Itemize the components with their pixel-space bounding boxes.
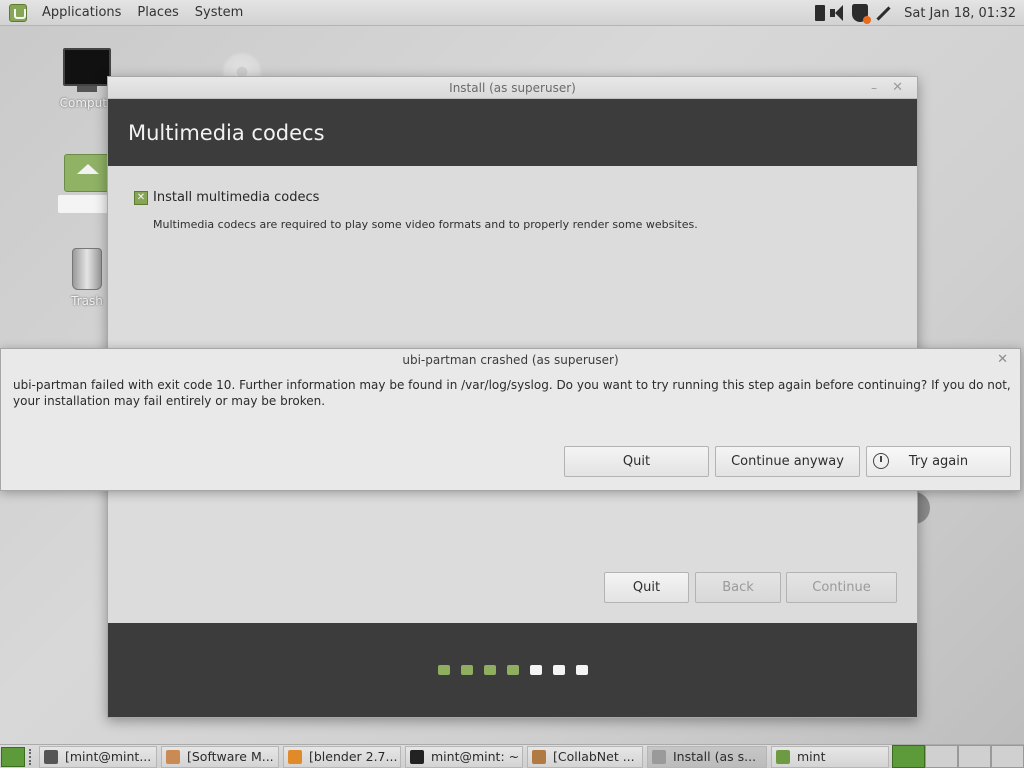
app-icon	[532, 749, 546, 764]
taskbar-button-label: [CollabNet ...	[553, 749, 635, 764]
codec-checkbox[interactable]: ✕	[134, 190, 148, 205]
clock-icon	[873, 453, 889, 469]
computer-stand	[77, 86, 97, 92]
taskbar-button[interactable]: [mint@mint...	[39, 745, 157, 768]
mint-menu-icon[interactable]	[9, 3, 27, 22]
menu-system[interactable]: System	[187, 0, 251, 26]
workspace-3[interactable]	[958, 745, 991, 768]
crash-dialog-titlebar[interactable]: ubi-partman crashed (as superuser) ✕	[1, 349, 1020, 371]
app-icon	[652, 749, 666, 764]
trash-icon	[72, 248, 102, 290]
system-tray: Sat Jan 18, 01:32	[815, 0, 1024, 26]
close-icon[interactable]: ✕	[997, 349, 1008, 371]
computer-icon	[63, 48, 111, 86]
taskbar-button-label: [blender 2.7...	[309, 749, 398, 764]
codec-checkbox-label[interactable]: Install multimedia codecs	[153, 190, 319, 205]
crash-dialog-title: ubi-partman crashed (as superuser)	[402, 353, 619, 367]
workspace-switcher	[892, 745, 1024, 768]
taskbar-button[interactable]: [blender 2.7...	[283, 745, 401, 768]
progress-step-dot	[575, 665, 588, 675]
progress-step-dot	[460, 665, 473, 675]
app-icon	[44, 749, 58, 764]
taskbar-button-label: [Software M...	[187, 749, 274, 764]
volume-icon[interactable]	[828, 3, 848, 23]
taskbar-button[interactable]: [CollabNet ...	[527, 745, 643, 768]
try-again-label: Try again	[908, 454, 969, 469]
taskbar-button[interactable]: mint@mint: ~	[405, 745, 523, 768]
clock[interactable]: Sat Jan 18, 01:32	[896, 6, 1024, 21]
installer-continue-button[interactable]: Continue	[786, 572, 897, 603]
page-title: Multimedia codecs	[128, 120, 325, 145]
network-icon[interactable]	[872, 3, 892, 23]
taskbar-button[interactable]: Install (as s...	[647, 745, 767, 768]
menu-applications[interactable]: Applications	[34, 0, 129, 26]
installer-titlebar[interactable]: Install (as superuser) – ✕	[108, 77, 917, 99]
installer-header: Multimedia codecs	[108, 99, 917, 166]
taskbar-button-label: Install (as s...	[673, 749, 757, 764]
taskbar-button[interactable]: mint	[771, 745, 889, 768]
progress-step-dot	[437, 665, 450, 675]
app-icon	[166, 749, 180, 764]
taskbar: [mint@mint... [Software M... [blender 2.7.…	[0, 744, 1024, 768]
progress-step-dot	[483, 665, 496, 675]
progress-step-dot	[529, 665, 542, 675]
top-panel: Applications Places System Sat Jan 18, 0…	[0, 0, 1024, 26]
close-icon[interactable]: ✕	[892, 77, 903, 99]
taskbar-button-label: [mint@mint...	[65, 749, 152, 764]
taskbar-handle[interactable]	[29, 748, 35, 765]
workspace-2[interactable]	[925, 745, 958, 768]
taskbar-button-label: mint	[797, 749, 826, 764]
task-list: [mint@mint... [Software M... [blender 2.7.…	[39, 745, 893, 768]
shield-update-icon[interactable]	[852, 4, 872, 24]
installer-progress-footer	[108, 623, 917, 717]
show-desktop-icon[interactable]	[1, 746, 25, 767]
app-icon	[410, 749, 424, 764]
installer-back-button[interactable]: Back	[695, 572, 781, 603]
progress-step-dot	[506, 665, 519, 675]
crash-message: ubi-partman failed with exit code 10. Fu…	[13, 378, 1011, 408]
crash-quit-button[interactable]: Quit	[564, 446, 709, 477]
workspace-4[interactable]	[991, 745, 1024, 768]
crash-dialog: ubi-partman crashed (as superuser) ✕ ubi…	[0, 348, 1021, 491]
installer-quit-button[interactable]: Quit	[604, 572, 689, 603]
minimize-icon[interactable]: –	[871, 77, 877, 99]
codec-checkbox-row[interactable]: ✕ Install multimedia codecs	[134, 190, 319, 205]
try-again-button[interactable]: Try again	[866, 446, 1011, 477]
keyboard-icon[interactable]	[815, 5, 826, 21]
menu-places[interactable]: Places	[129, 0, 186, 26]
installer-window-title: Install (as superuser)	[449, 81, 576, 95]
taskbar-button-label: mint@mint: ~	[431, 749, 520, 764]
app-icon	[776, 749, 790, 764]
home-folder-icon	[64, 154, 110, 192]
app-icon	[288, 749, 302, 764]
continue-anyway-button[interactable]: Continue anyway	[715, 446, 860, 477]
progress-step-dot	[552, 665, 565, 675]
workspace-1[interactable]	[892, 745, 925, 768]
taskbar-button[interactable]: [Software M...	[161, 745, 279, 768]
codec-description: Multimedia codecs are required to play s…	[153, 218, 698, 231]
